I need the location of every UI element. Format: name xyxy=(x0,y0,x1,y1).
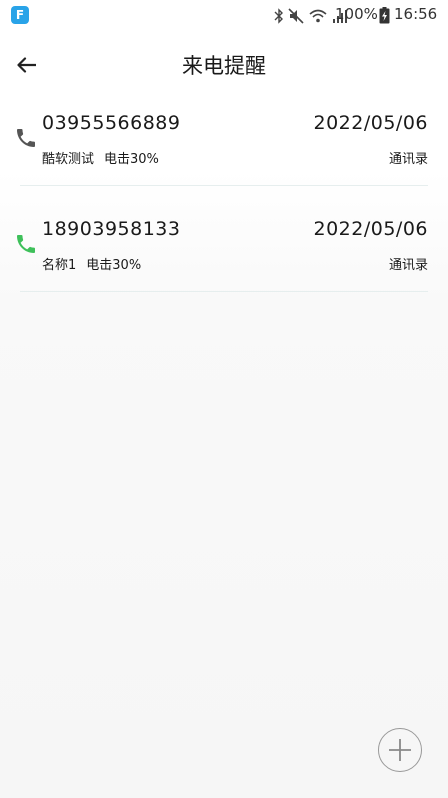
call-source: 通讯录 xyxy=(388,258,428,273)
bluetooth-icon xyxy=(274,8,284,24)
call-date: 2022/05/06 xyxy=(313,112,428,134)
call-list: 03955566889 2022/05/06 酷软测试 电击30% 通讯录 18… xyxy=(0,96,448,308)
caller-battery: 电击30% xyxy=(104,152,159,167)
caller-name: 酷软测试 xyxy=(42,152,95,167)
screen: F 100% 16:56 来电提醒 03955566889 2022/05/06… xyxy=(0,0,448,798)
wifi-icon xyxy=(308,8,328,24)
caller-info: 酷软测试 电击30% xyxy=(42,148,159,167)
battery-percent: 100% xyxy=(335,5,378,23)
caller-name: 名称1 xyxy=(42,258,77,273)
caller-battery: 电击30% xyxy=(86,258,142,273)
phone-icon xyxy=(14,232,38,256)
call-source: 通讯录 xyxy=(388,152,428,167)
caller-number: 18903958133 xyxy=(42,218,181,240)
caller-number: 03955566889 xyxy=(42,112,181,134)
page-title: 来电提醒 xyxy=(182,54,266,78)
phone-icon xyxy=(14,126,38,150)
caller-info: 名称1 电击30% xyxy=(42,254,141,273)
divider xyxy=(20,185,428,186)
call-date: 2022/05/06 xyxy=(313,218,428,240)
divider xyxy=(20,291,428,292)
plus-icon xyxy=(389,739,411,761)
add-button[interactable] xyxy=(378,728,422,772)
app-badge-icon: F xyxy=(11,6,29,24)
header: 来电提醒 xyxy=(0,32,448,96)
battery-charging-icon xyxy=(379,7,390,28)
call-list-item[interactable]: 18903958133 2022/05/06 名称1 电击30% 通讯录 xyxy=(0,202,430,308)
status-bar: F 100% 16:56 xyxy=(0,0,448,32)
mute-icon xyxy=(288,8,304,24)
clock: 16:56 xyxy=(394,5,438,23)
call-list-item[interactable]: 03955566889 2022/05/06 酷软测试 电击30% 通讯录 xyxy=(0,96,430,202)
